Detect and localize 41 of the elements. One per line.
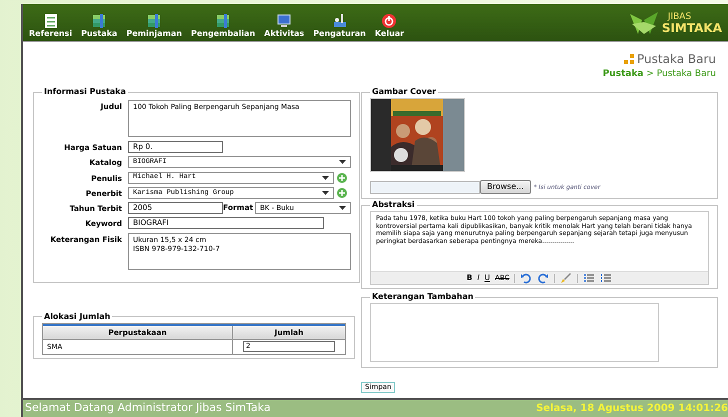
page-title: Pustaka Baru <box>637 51 716 68</box>
logo-text: SIMTAKA <box>662 22 722 34</box>
redo-icon[interactable] <box>537 272 550 284</box>
caret-icon <box>322 190 329 195</box>
menu-item[interactable]: Aktivitas <box>264 13 304 39</box>
menu-item[interactable]: Pustaka <box>81 13 118 39</box>
brush-icon[interactable] <box>560 272 572 284</box>
caret-icon <box>322 176 329 180</box>
list-icon <box>42 13 59 29</box>
power-icon <box>381 13 398 29</box>
text-area[interactable] <box>370 303 659 362</box>
menu-item[interactable]: Pengembalian <box>190 13 256 39</box>
leaf-icon <box>628 10 660 36</box>
section-legend: Gambar Cover <box>370 86 438 98</box>
numbered-list-icon[interactable] <box>600 272 612 284</box>
squares-icon <box>624 54 634 64</box>
breadcrumb: Pustaka > Pustaka Baru <box>602 68 716 80</box>
add-icon[interactable] <box>337 188 347 198</box>
welcome-text: Selamat Datang Administrator Jibas SimTaka <box>25 400 271 416</box>
caret-icon <box>339 160 346 164</box>
menu-item[interactable]: Pengaturan <box>313 13 366 39</box>
logo-text: JIBAS <box>666 12 692 22</box>
books-icon <box>146 13 162 29</box>
section-legend: Alokasi Jumlah <box>42 310 112 322</box>
browse-button[interactable]: Browse... <box>480 180 531 194</box>
tools-icon <box>332 13 348 29</box>
menu-item[interactable]: Peminjaman <box>126 13 182 39</box>
bullet-list-icon[interactable] <box>583 272 596 284</box>
file-path-field[interactable] <box>370 180 480 194</box>
caret-icon <box>339 206 346 210</box>
books-icon <box>215 13 232 29</box>
date-time: Selasa, 18 Agustus 2009 14:01:26 <box>536 402 728 416</box>
section-legend: Informasi Pustaka <box>42 86 128 98</box>
add-icon[interactable] <box>337 172 347 182</box>
section-legend: Abstraksi <box>370 199 417 211</box>
monitor-icon <box>276 13 292 29</box>
menu-item[interactable]: Keluar <box>374 13 404 39</box>
books-icon <box>91 13 108 29</box>
undo-icon[interactable] <box>520 272 532 284</box>
section-legend: Keterangan Tambahan <box>370 291 476 303</box>
menu-item[interactable]: Referensi <box>29 13 72 39</box>
